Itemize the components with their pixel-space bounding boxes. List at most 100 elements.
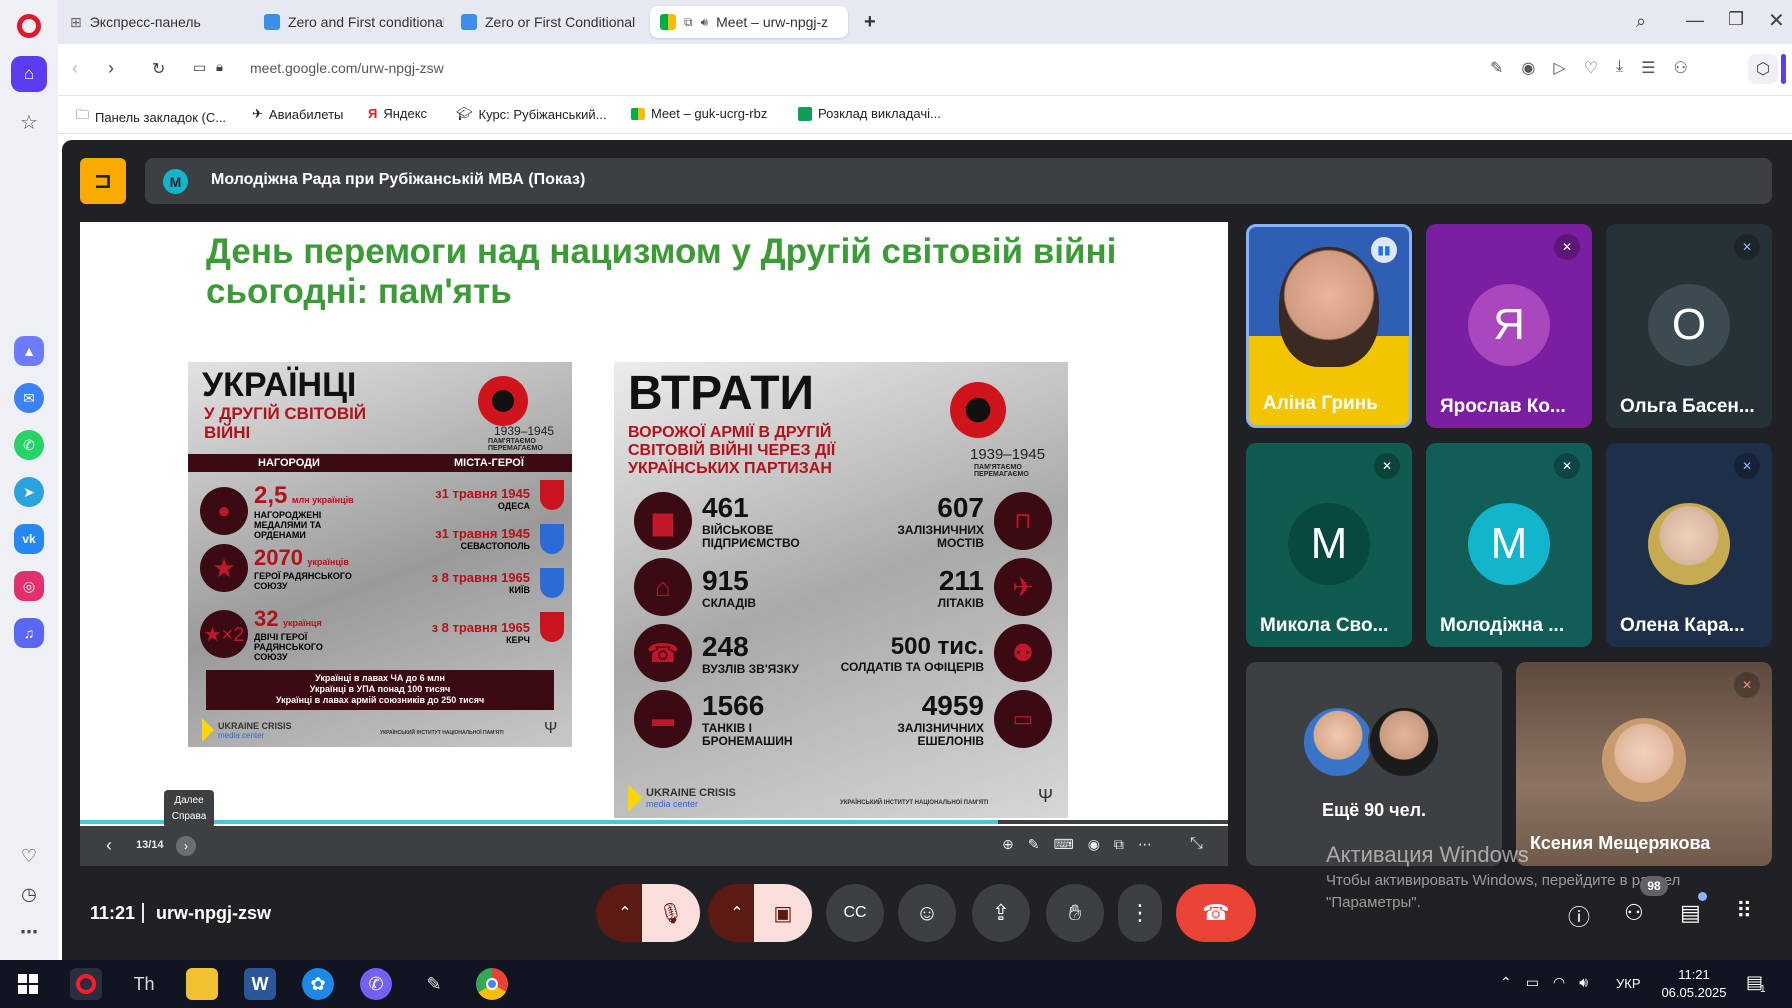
bookmark-yandex[interactable]: Я Яндекс [368, 106, 427, 121]
star-icon[interactable]: ☆ [11, 104, 47, 140]
participant-tile-youth[interactable]: М ✕ Молодіжна ... [1426, 443, 1592, 647]
exit-fullscreen-icon[interactable]: ⤡ [1190, 835, 1203, 853]
emoji-button[interactable]: ☺ [898, 884, 956, 942]
back-icon[interactable]: ‹ [72, 58, 78, 79]
tab-meet[interactable]: ⧉ 🔊︎ Meet – urw-npgj-z [650, 6, 848, 38]
volume-icon[interactable]: 🔊︎ [1579, 974, 1588, 991]
chrome-icon[interactable] [476, 968, 508, 1000]
word-icon[interactable]: W [244, 968, 276, 1000]
participant-tile-alina[interactable]: ▮▮ Аліна Гринь [1246, 224, 1412, 428]
participant-tile-olga[interactable]: О ✕ Ольга Басен... [1606, 224, 1772, 428]
play-icon[interactable]: ▷ [1553, 58, 1565, 78]
download-icon[interactable]: ⤓ [1616, 58, 1623, 78]
language-indicator[interactable]: УКР [1616, 976, 1641, 991]
pen-icon[interactable]: ✎ [1028, 836, 1040, 853]
bookmark-schedule[interactable]: Розклад викладачі... [798, 106, 941, 121]
opera-logo-icon[interactable] [17, 14, 41, 38]
bookmark-meet[interactable]: Meet – guk-ucrg-rbz [631, 106, 767, 121]
aria-icon[interactable]: ▲ [14, 336, 44, 366]
tab-zero-first[interactable]: Zero and First conditional [254, 6, 444, 38]
pip-icon[interactable]: ⧉ [684, 15, 693, 30]
participant-tile-ksenia[interactable]: ✕ Ксения Мещерякова [1516, 662, 1772, 866]
reload-icon[interactable]: ↻ [152, 59, 165, 79]
pip-icon[interactable]: ⧉ [1114, 836, 1124, 853]
cube-icon[interactable]: ⬡ [1748, 54, 1778, 84]
stat-soldiers: 500 тис. СОЛДАТІВ ТА ОФІЦЕРІВ ⚉ [840, 624, 1052, 682]
bookmark-course[interactable]: 🎓︎ Курс: Рубіжанський... [456, 106, 606, 122]
menu-icon[interactable]: ☰ [1641, 58, 1655, 78]
minimize-icon[interactable]: — [1686, 10, 1704, 31]
city-shields [540, 480, 564, 642]
raise-hand-button[interactable]: ✋︎ [1046, 884, 1104, 942]
more-options-icon[interactable]: ⋯ [1138, 836, 1152, 853]
participant-photo [1648, 503, 1730, 585]
wifi-icon[interactable]: ◠ [1553, 974, 1565, 991]
telegram-icon[interactable]: ➤ [14, 477, 44, 507]
app-th-icon[interactable]: Th [128, 968, 160, 1000]
app-settings-icon[interactable]: ✿ [302, 968, 334, 1000]
edit-icon[interactable]: ✎ [1490, 58, 1503, 78]
music-icon[interactable]: ♫ [14, 618, 44, 648]
participant-tile-mykola[interactable]: М ✕ Микола Сво... [1246, 443, 1412, 647]
camera-site-icon[interactable]: ▭ [193, 59, 206, 76]
messenger-icon[interactable]: ✉ [14, 383, 44, 413]
broadcast-icon[interactable]: ◉ [1088, 836, 1100, 853]
snapshot-icon[interactable]: ◉ [1521, 58, 1535, 78]
participant-tile-yaroslav[interactable]: Я ✕ Ярослав Ко... [1426, 224, 1592, 428]
meeting-details-icon[interactable]: ⓘ [1568, 900, 1590, 932]
present-button[interactable]: ⇪ [972, 884, 1030, 942]
chat-icon[interactable]: ▤ [1680, 900, 1701, 926]
profile-icon[interactable]: ⚇ [1673, 58, 1687, 78]
url-field[interactable]: meet.google.com/urw-npgj-zsw [250, 60, 444, 76]
start-icon[interactable] [18, 974, 38, 994]
captions-button[interactable]: CC [826, 884, 884, 942]
city-2: з1 травня 1945 СЕВАСТОПОЛЬ [435, 526, 530, 551]
tab-zero-or-first[interactable]: Zero or First Conditional - [451, 6, 636, 38]
leave-call-button[interactable]: ☎ [1176, 884, 1256, 942]
vk-icon[interactable]: vk [14, 524, 44, 554]
new-tab-button[interactable]: + [854, 6, 882, 38]
bookmarks-bar: 🗀︎ Панель закладок (С... ✈ Авиабилеты Я Янд… [58, 96, 1792, 134]
search-icon[interactable]: ⌕ [1636, 11, 1646, 32]
heart-icon[interactable]: ♡ [11, 838, 47, 874]
kerch-shield-icon [540, 612, 564, 642]
history-icon[interactable]: ◷ [11, 876, 47, 912]
award-3: ★×2 32 українця ДВІЧІ ГЕРОЇ РАДЯНСЬКОГО С… [200, 606, 344, 662]
file-explorer-icon[interactable] [186, 968, 218, 1000]
whatsapp-icon[interactable]: ✆ [14, 430, 44, 460]
tab-express-panel[interactable]: ⊞ Экспресс-панель [60, 6, 230, 38]
opera-taskbar-icon[interactable] [70, 968, 102, 1000]
more-icon[interactable]: ⋯ [11, 914, 47, 950]
close-icon[interactable]: ✕ [1768, 8, 1785, 33]
taskbar-clock[interactable]: 11:21 06.05.2025 [1654, 966, 1734, 1002]
opera-sidebar: ⌂ ☆ ▲ ✉ ✆ ➤ vk ◎ ♫ ♡ ◷ ⋯ [0, 0, 58, 960]
meet-door-icon[interactable]: ⊐ [80, 158, 126, 204]
people-icon[interactable]: ⚇ [1624, 900, 1644, 926]
next-slide-button[interactable]: › [176, 836, 196, 856]
zoom-icon[interactable]: ⊕ [1002, 836, 1014, 853]
paint-icon[interactable]: ✎ [418, 968, 450, 1000]
participant-tile-olena[interactable]: ✕ Олена Кара... [1606, 443, 1772, 647]
camera-toggle-button[interactable]: ▣ [754, 884, 812, 942]
bookmark-panel[interactable]: 🗀︎ Панель закладок (С... [76, 106, 226, 128]
battery-icon[interactable]: ▭ [1526, 974, 1539, 991]
favorite-icon[interactable]: ♡ [1584, 58, 1598, 78]
more-participants-tile[interactable]: Ещё 90 чел. [1246, 662, 1502, 866]
tray-chevron-icon[interactable]: ⌃ [1500, 974, 1512, 991]
forward-icon[interactable]: › [108, 58, 114, 79]
bridge-icon: ⊓ [994, 492, 1052, 550]
maximize-icon[interactable]: ❐ [1728, 9, 1744, 30]
instagram-icon[interactable]: ◎ [14, 571, 44, 601]
more-options-button[interactable]: ⋮ [1118, 884, 1162, 942]
bookmark-flights[interactable]: ✈ Авиабилеты [252, 106, 343, 122]
activities-icon[interactable]: ⠿ [1736, 898, 1752, 924]
lock-icon: 🔒︎ [216, 59, 223, 74]
windows-taskbar: Th W ✿ ✆ ✎ ⌃ ▭ ◠ 🔊︎ УКР 11:21 06.05.2025… [0, 960, 1792, 1008]
home-icon[interactable]: ⌂ [11, 56, 47, 92]
meet-favicon-icon [660, 14, 676, 30]
mic-toggle-button[interactable]: 🎙︎ [642, 884, 700, 942]
keyboard-icon[interactable]: ⌨ [1053, 836, 1073, 853]
prev-slide-icon[interactable]: ‹ [106, 835, 112, 856]
viber-icon[interactable]: ✆ [360, 968, 392, 1000]
speaker-icon[interactable]: 🔊︎ [701, 15, 709, 30]
